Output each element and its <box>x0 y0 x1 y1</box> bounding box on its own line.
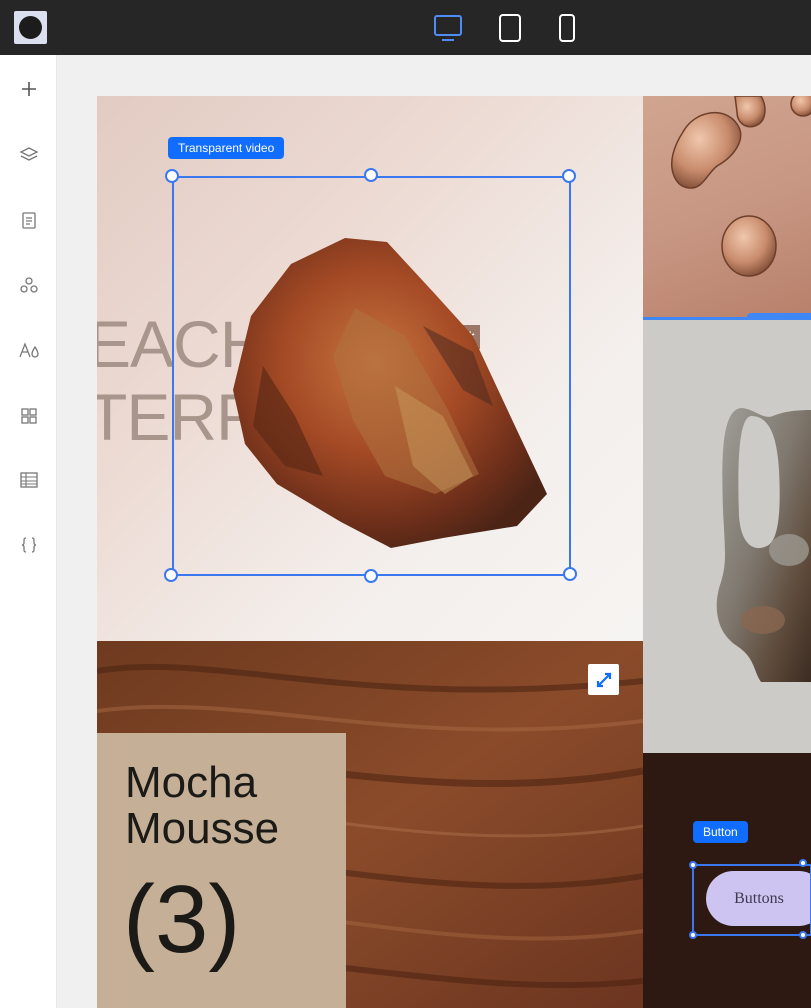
mobile-view-button[interactable] <box>552 10 582 46</box>
blobs-image[interactable] <box>643 96 811 319</box>
apps-icon <box>21 408 37 424</box>
resize-handle-top-right[interactable] <box>562 169 576 183</box>
add-icon <box>22 82 36 96</box>
add-button[interactable] <box>12 72 46 106</box>
resize-handle-top[interactable] <box>364 168 378 182</box>
button-handle-bottom-right[interactable] <box>799 931 807 939</box>
transparent-video-selection[interactable] <box>172 176 571 576</box>
desktop-view-button[interactable] <box>430 10 466 46</box>
button-handle-top-right[interactable] <box>799 859 807 867</box>
button-selection[interactable] <box>692 864 811 936</box>
components-icon <box>20 277 38 293</box>
pages-button[interactable] <box>12 203 46 237</box>
button-selection-label[interactable]: Button <box>693 821 748 843</box>
logo-mark <box>19 16 42 39</box>
button-handle-top-left[interactable] <box>689 861 697 869</box>
top-bar <box>0 0 811 55</box>
vase-art <box>716 408 811 682</box>
typography-icon <box>19 342 39 358</box>
expand-button[interactable] <box>588 664 619 695</box>
resize-handle-bottom-right[interactable] <box>563 567 577 581</box>
tablet-icon <box>499 14 521 42</box>
layers-button[interactable] <box>12 138 46 172</box>
mocha-title: Mocha Mousse <box>125 760 279 852</box>
left-toolbar <box>0 55 57 1008</box>
cms-table-button[interactable] <box>12 463 46 497</box>
code-button[interactable] <box>12 528 46 562</box>
resize-handle-bottom[interactable] <box>364 569 378 583</box>
transparent-video-label[interactable]: Transparent video <box>168 137 285 159</box>
components-button[interactable] <box>12 268 46 302</box>
pages-icon <box>22 212 36 229</box>
typography-button[interactable] <box>12 333 46 367</box>
resize-handle-bottom-left[interactable] <box>164 568 178 582</box>
tablet-view-button[interactable] <box>494 10 526 46</box>
layers-icon <box>19 147 39 161</box>
mocha-number: (3) <box>123 866 241 973</box>
code-icon <box>21 537 37 553</box>
table-icon <box>20 472 38 488</box>
button-handle-bottom-left[interactable] <box>689 931 697 939</box>
expand-icon <box>596 672 611 687</box>
blobs-art <box>671 96 811 277</box>
desktop-icon <box>434 15 462 41</box>
vase-image[interactable] <box>643 320 811 753</box>
mocha-title-line1: Mocha <box>125 758 258 807</box>
editor-canvas[interactable]: EACH HEIG TERR 5.25 ✲ <box>57 55 811 1008</box>
mocha-title-line2: Mousse <box>125 804 280 853</box>
resize-handle-top-left[interactable] <box>165 169 179 183</box>
mobile-icon <box>559 14 575 42</box>
app-logo[interactable] <box>14 11 47 44</box>
apps-button[interactable] <box>12 399 46 433</box>
